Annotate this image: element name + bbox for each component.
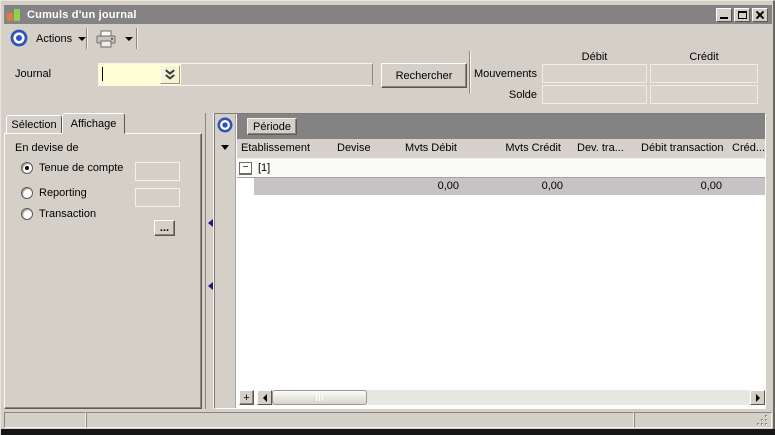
journal-grid: Période Etablissement Devise Mvts Débit … (214, 113, 766, 409)
grid-group-row[interactable]: − [1] (237, 159, 765, 178)
scroll-left-button[interactable] (257, 390, 272, 405)
radio-button-icon[interactable] (21, 187, 33, 199)
toolbar-separator (136, 28, 138, 49)
triangle-down-icon (125, 37, 133, 41)
totals-indent-cell (237, 178, 254, 195)
grid-totals-row: 0,00 0,00 0,00 (237, 178, 765, 195)
radio-button-icon[interactable] (21, 208, 33, 220)
chevron-down-icon (78, 37, 86, 41)
actions-bullseye-icon[interactable] (10, 29, 28, 47)
journal-description-field (181, 64, 372, 85)
triangle-right-icon (756, 394, 760, 402)
totals-cell (728, 178, 765, 195)
maximize-button[interactable] (734, 8, 750, 22)
window-title: Cumuls d'un journal (27, 9, 137, 21)
group-by-periode-button[interactable]: Période (247, 118, 297, 135)
column-header-debit-transaction[interactable]: Débit transaction (633, 139, 728, 158)
group-by-band: Période (237, 114, 765, 139)
column-header-mvts-debit[interactable]: Mvts Débit (387, 139, 465, 158)
resize-grip-icon[interactable] (756, 414, 769, 427)
totals-cell (254, 178, 333, 195)
mouvements-credit-field (650, 64, 758, 83)
journal-label: Journal (15, 68, 51, 80)
scrollbar-thumb[interactable] (272, 390, 367, 405)
printer-icon (95, 30, 117, 48)
status-panel-left (4, 412, 86, 428)
status-panel-right (634, 412, 772, 428)
group-row-label: [1] (258, 162, 270, 174)
journal-input[interactable] (99, 64, 181, 85)
radio-label: Reporting (39, 187, 87, 199)
grid-bullseye-icon[interactable] (217, 117, 233, 133)
tenue-devise-field[interactable] (135, 162, 180, 181)
window-controls (716, 8, 768, 22)
splitter-collapse-icon[interactable] (208, 219, 213, 227)
mouvements-debit-field (542, 64, 647, 83)
maximize-icon (738, 11, 747, 19)
totals-debit-transaction: 0,00 (633, 178, 728, 195)
minimize-button[interactable] (716, 8, 732, 22)
column-header-dev-transaction[interactable]: Dev. tra... (569, 139, 633, 158)
app-icon (7, 8, 21, 22)
totals-mvts-debit: 0,00 (387, 178, 465, 195)
horizontal-scrollbar[interactable] (257, 390, 765, 405)
radio-button-icon[interactable] (21, 162, 33, 174)
more-options-button[interactable]: ... (154, 220, 175, 236)
grid-header-row: Etablissement Devise Mvts Débit Mvts Cré… (237, 139, 765, 159)
add-row-button[interactable]: + (239, 390, 254, 405)
toolbar-separator (86, 28, 88, 49)
row-indicator-icon[interactable] (221, 145, 229, 150)
radio-transaction[interactable]: Transaction (21, 208, 96, 220)
titlebar[interactable]: Cumuls d'un journal (4, 5, 772, 24)
reporting-devise-field[interactable] (135, 188, 180, 207)
totals-cell (569, 178, 633, 195)
solde-debit-field (542, 85, 647, 104)
scrollbar-track[interactable] (367, 390, 750, 405)
collapse-group-button[interactable]: − (239, 162, 252, 175)
status-panel-middle (86, 412, 634, 428)
journal-combobox[interactable] (98, 63, 373, 86)
affichage-tab-page: En devise de Tenue de compte Reporting T… (4, 133, 202, 409)
actions-menu-button[interactable]: Actions (36, 33, 86, 45)
tab-affichage[interactable]: Affichage (62, 113, 125, 134)
radio-label: Tenue de compte (39, 162, 123, 174)
devise-group-title: En devise de (15, 142, 79, 154)
status-bar (4, 412, 772, 429)
window-bottom-edge (1, 429, 775, 435)
print-button[interactable] (92, 28, 119, 49)
credit-column-label: Crédit (650, 51, 758, 63)
totals-cell (333, 178, 387, 195)
double-chevron-down-icon (164, 69, 176, 81)
solde-credit-field (650, 85, 758, 104)
journal-open-button[interactable] (160, 65, 180, 84)
scroll-right-button[interactable] (750, 390, 765, 405)
actions-label: Actions (36, 33, 72, 45)
splitter-collapse-icon[interactable] (208, 282, 213, 290)
column-header-credit-transaction[interactable]: Créd... (728, 139, 765, 158)
grid-row-indicator-column (215, 114, 236, 408)
column-header-devise[interactable]: Devise (333, 139, 387, 158)
totals-mvts-credit: 0,00 (465, 178, 569, 195)
column-header-mvts-credit[interactable]: Mvts Crédit (465, 139, 569, 158)
print-dropdown-button[interactable] (121, 28, 137, 49)
panel-splitter[interactable] (205, 113, 214, 409)
close-icon (753, 9, 767, 21)
radio-reporting[interactable]: Reporting (21, 187, 87, 199)
text-caret (102, 67, 103, 81)
solde-label: Solde (453, 89, 537, 101)
app-window: Cumuls d'un journal Actions Journal (0, 0, 775, 434)
radio-tenue-de-compte[interactable]: Tenue de compte (21, 162, 123, 174)
debit-column-label: Débit (542, 51, 647, 63)
column-header-etablissement[interactable]: Etablissement (237, 139, 333, 158)
radio-label: Transaction (39, 208, 96, 220)
close-button[interactable] (752, 8, 768, 22)
triangle-left-icon (263, 394, 267, 402)
mouvements-label: Mouvements (453, 68, 537, 80)
minimize-icon (720, 17, 728, 19)
tab-selection[interactable]: Sélection (6, 115, 62, 134)
